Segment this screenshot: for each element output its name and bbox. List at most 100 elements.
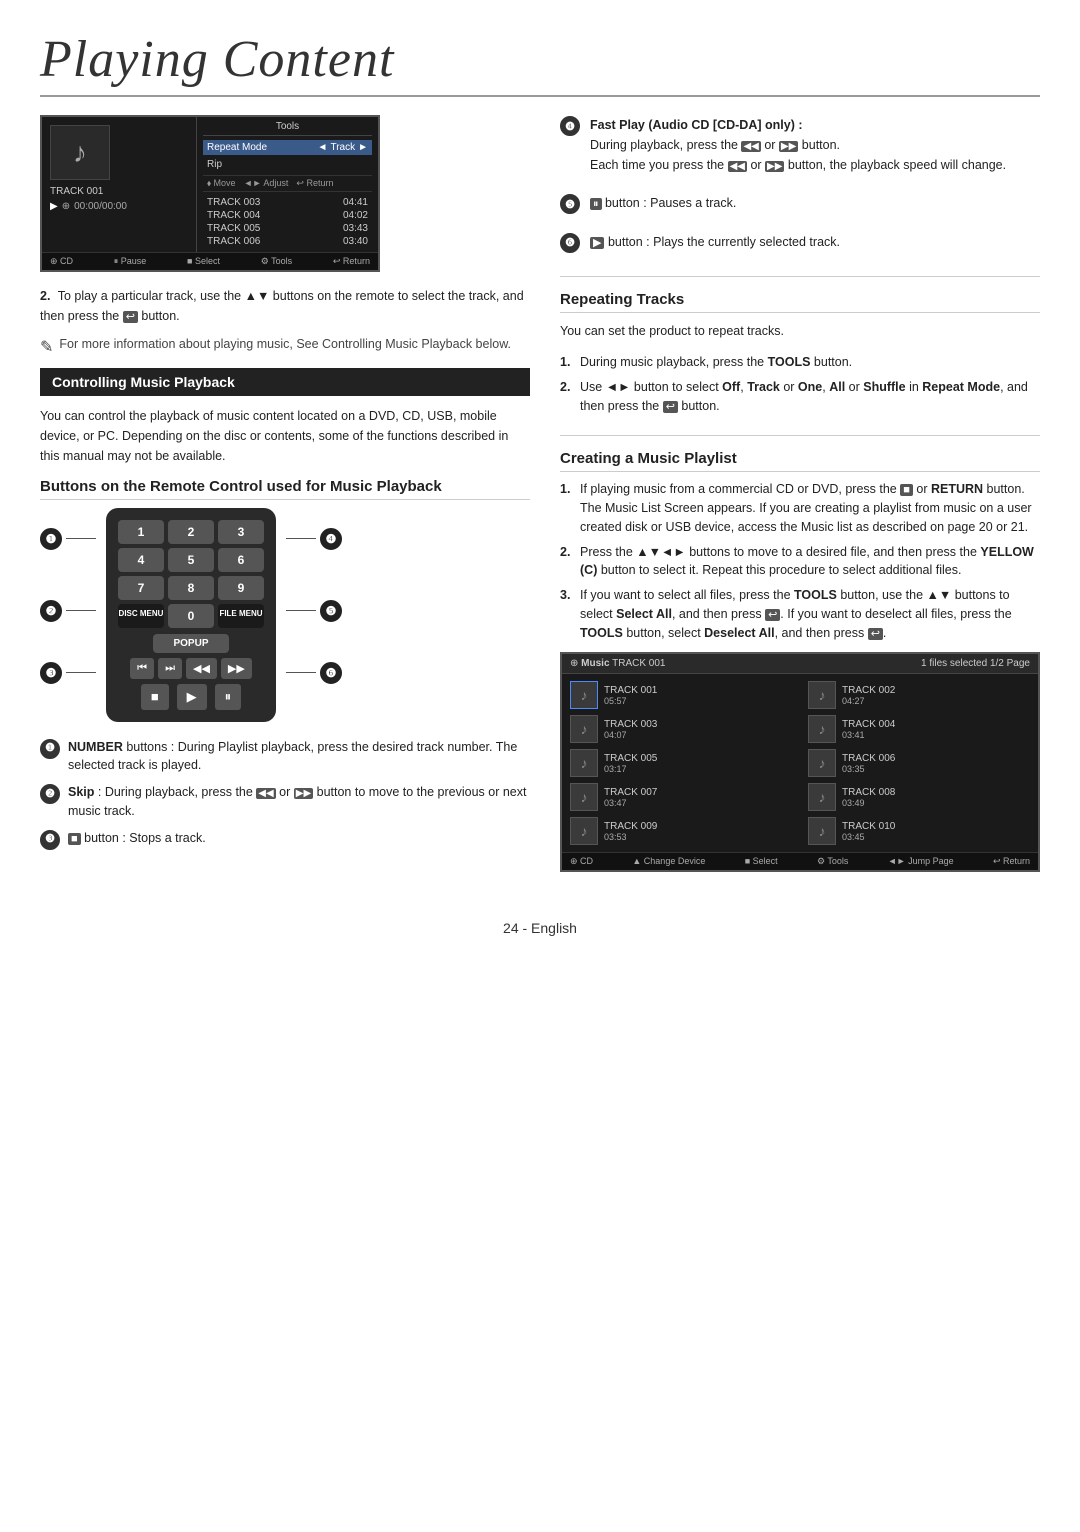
ff3-icon: ▶▶	[765, 161, 784, 172]
footer-tools: ⚙ Tools	[261, 256, 292, 267]
btn-stop[interactable]: ■	[141, 684, 169, 710]
playlist-item-2: ♪ TRACK 00204:27	[800, 678, 1038, 712]
screen-mockup: ♪ TRACK 001 ▶ ⊕ 00:00/00:00 Tools Repeat…	[40, 115, 380, 272]
ff-icon: ▶▶	[294, 788, 313, 799]
creating-playlist-section: Creating a Music Playlist 1. If playing …	[560, 450, 1040, 886]
btn-5[interactable]: 5	[168, 548, 214, 572]
repeat-mode-label: Repeat Mode	[207, 142, 267, 153]
enter-btn-icon: ↩	[123, 311, 138, 323]
fast-play-section: ❹ Fast Play (Audio CD [CD-DA] only) : Du…	[560, 115, 1040, 277]
track-item-4: TRACK 00603:40	[203, 235, 372, 248]
repeating-tracks-section: Repeating Tracks You can set the product…	[560, 291, 1040, 436]
repeat-step-2: 2. Use ◄► button to select Off, Track or…	[560, 378, 1040, 416]
btn-2[interactable]: 2	[168, 520, 214, 544]
remote-left-labels: ❶ ❷ ❸	[40, 508, 96, 684]
left-column: ♪ TRACK 001 ▶ ⊕ 00:00/00:00 Tools Repeat…	[40, 115, 530, 900]
btn-4[interactable]: 4	[118, 548, 164, 572]
music-icon-area: ♪	[50, 125, 110, 180]
footer-select: ■ Select	[187, 256, 220, 267]
creating-playlist-steps: 1. If playing music from a commercial CD…	[560, 480, 1040, 642]
rew-icon: ◀◀	[256, 788, 275, 799]
note-item: ✎ For more information about playing mus…	[40, 335, 530, 360]
time-display: 00:00/00:00	[74, 201, 127, 212]
pfooter-cd: ⊕ CD	[570, 856, 593, 867]
pfooter-return: ↩ Return	[993, 856, 1030, 867]
btn-8[interactable]: 8	[168, 576, 214, 600]
nav-hint: ⬧ Move ◄► Adjust ↩ Return	[203, 175, 372, 192]
btn-7[interactable]: 7	[118, 576, 164, 600]
playlist-screen: ⊕ Music TRACK 001 1 files selected 1/2 P…	[560, 652, 1040, 872]
playlist-item-5: ♪ TRACK 00503:17	[562, 746, 800, 780]
playlist-item-10: ♪ TRACK 01003:45	[800, 814, 1038, 848]
play-num: ❻	[560, 233, 580, 253]
rew3-icon: ◀◀	[728, 161, 747, 172]
enter-btn-icon4: ↩	[868, 628, 883, 640]
track-thumb-8: ♪	[808, 783, 836, 811]
label-6: ❻	[286, 662, 342, 684]
rip-row: Rip	[203, 157, 372, 172]
nav-move: ⬧ Move	[207, 178, 236, 189]
track-thumb-2: ♪	[808, 681, 836, 709]
btn-popup[interactable]: POPUP	[153, 634, 228, 653]
btn-play[interactable]: ▶	[177, 684, 207, 710]
btn-0[interactable]: 0	[168, 604, 214, 628]
cd-icon: ⊕	[62, 201, 70, 212]
repeating-tracks-title: Repeating Tracks	[560, 291, 1040, 313]
creating-playlist-title: Creating a Music Playlist	[560, 450, 1040, 472]
btn-rew[interactable]: ◀◀	[186, 658, 217, 679]
btn-6[interactable]: 6	[218, 548, 264, 572]
fast-play-num: ❹	[560, 116, 580, 136]
track-thumb-4: ♪	[808, 715, 836, 743]
pause-num: ❺	[560, 194, 580, 214]
pfooter-tools: ⚙ Tools	[817, 856, 848, 867]
btn-1[interactable]: 1	[118, 520, 164, 544]
playlist-step-3: 3. If you want to select all files, pres…	[560, 586, 1040, 642]
track-item-2: TRACK 00404:02	[203, 209, 372, 222]
footer-return: ↩ Return	[333, 256, 370, 267]
track-thumb-10: ♪	[808, 817, 836, 845]
playlist-step-2: 2. Press the ▲▼◄► buttons to move to a d…	[560, 543, 1040, 581]
nav-adjust: ◄► Adjust	[244, 178, 289, 189]
remote-play-row: ■ ▶ ⏸	[118, 684, 264, 710]
remote-right-labels: ❹ ❺ ❻	[286, 508, 342, 684]
enter-btn-icon2: ↩	[663, 401, 678, 413]
repeat-mode-row: Repeat Mode ◄ Track ►	[203, 140, 372, 155]
play-icon: ▶	[50, 201, 58, 212]
track-item-1: TRACK 00304:41	[203, 196, 372, 209]
playlist-item-8: ♪ TRACK 00803:49	[800, 780, 1038, 814]
btn-disc-menu[interactable]: DISC MENU	[118, 604, 164, 628]
remote-area: ❶ ❷ ❸ 1 2	[40, 508, 530, 722]
fast-play-info: Fast Play (Audio CD [CD-DA] only) : Duri…	[590, 115, 1006, 175]
btn-prev[interactable]: ⏮	[130, 658, 154, 679]
stop-icon-inline: ■	[68, 833, 81, 845]
nav-return: ↩ Return	[296, 178, 333, 189]
ff2-icon: ▶▶	[779, 141, 798, 152]
remote-desc-1: ❶ NUMBER buttons : During Playlist playb…	[40, 738, 530, 776]
btn-9[interactable]: 9	[218, 576, 264, 600]
pfooter-select: ■ Select	[745, 856, 778, 867]
screen-footer: ⊕ CD ⏸ Pause ■ Select ⚙ Tools ↩ Return	[42, 252, 378, 270]
track-item-3: TRACK 00503:43	[203, 222, 372, 235]
btn-next[interactable]: ⏭	[158, 658, 182, 679]
btn-3[interactable]: 3	[218, 520, 264, 544]
rew2-icon: ◀◀	[741, 141, 760, 152]
note-icon: ✎	[40, 336, 53, 360]
playlist-header-left: ⊕ Music TRACK 001	[570, 658, 665, 669]
btn-file-menu[interactable]: FILE MENU	[218, 604, 264, 628]
left-arrow-icon: ◄	[318, 142, 328, 153]
stop-icon-inline2: ■	[900, 484, 913, 496]
btn-ff[interactable]: ▶▶	[221, 658, 252, 679]
playlist-item-1: ♪ TRACK 00105:57	[562, 678, 800, 712]
track-thumb-9: ♪	[570, 817, 598, 845]
pause-info: ⏸ button : Pauses a track.	[590, 193, 736, 214]
repeat-mode-value: ◄ Track ►	[318, 142, 368, 153]
playlist-item-3: ♪ TRACK 00304:07	[562, 712, 800, 746]
btn-pause[interactable]: ⏸	[215, 684, 242, 710]
remote-desc-3: ❸ ■ button : Stops a track.	[40, 829, 530, 850]
label-4: ❹	[286, 528, 342, 550]
pfooter-jump: ◄► Jump Page	[888, 856, 954, 867]
controlling-body: You can control the playback of music co…	[40, 406, 530, 466]
repeating-steps: 1. During music playback, press the TOOL…	[560, 353, 1040, 415]
playlist-footer: ⊕ CD ▲ Change Device ■ Select ⚙ Tools ◄►…	[562, 852, 1038, 870]
playlist-item-4: ♪ TRACK 00403:41	[800, 712, 1038, 746]
